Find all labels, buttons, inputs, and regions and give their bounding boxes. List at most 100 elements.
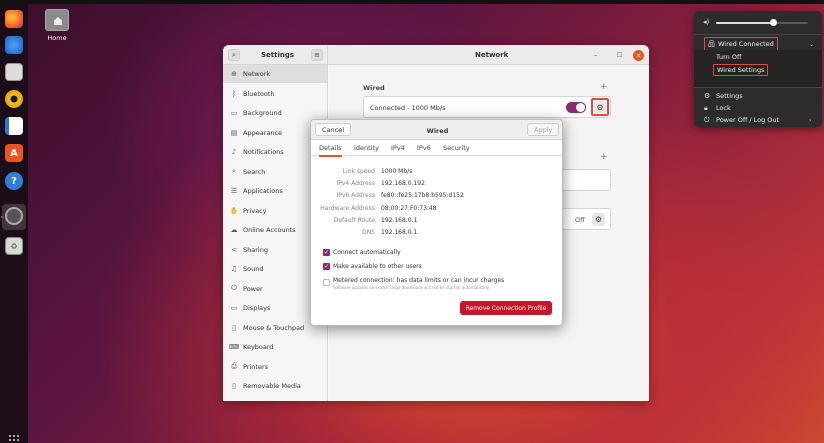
ipv4-address-value: 192.168.0.192 [381,180,425,187]
sidebar-item-printers[interactable]: ⎙ Printers [223,358,327,376]
settings-title: Settings [261,51,295,59]
tab-identity[interactable]: Identity [354,144,379,152]
metered-connection-label: Metered connection: has data limits or c… [333,277,505,284]
sidebar-item-bluetooth[interactable]: ᛒ Bluetooth [223,85,327,103]
keyboard-icon: ⌨ [229,343,240,351]
menu-divider [694,34,822,35]
wired-section-title: Wired [363,84,385,92]
wired-connected-label: Wired Connected [718,40,774,48]
proxy-settings-button[interactable]: ⚙ [592,213,605,226]
sidebar-item-label: Background [243,109,282,117]
available-to-others-label: Make available to other users [333,263,422,270]
sidebar-item-label: Removable Media [243,382,301,390]
sidebar-item-network[interactable]: ⊕ Network [223,65,327,83]
hardware-address-label: Hardware Address [320,205,375,212]
ipv6-address-label: IPv6 Address [336,192,375,199]
sidebar-item-label: Privacy [243,206,267,215]
power-off-label: Power Off / Log Out [716,116,780,124]
volume-slider-knob[interactable] [769,19,777,26]
sidebar-item-label: Online Accounts [243,226,296,234]
turn-off-label: Turn Off [716,53,742,61]
appearance-icon: ▤ [230,128,238,137]
rhythmbox-icon[interactable] [5,90,23,108]
search-icon: ⌕ [232,167,236,175]
sidebar-item-keyboard[interactable]: ⌨ Keyboard [223,338,327,356]
help-icon[interactable]: ? [5,172,23,190]
sidebar-item-label: Applications [243,187,283,195]
sidebar-item-label: Search [243,167,266,176]
trash-icon[interactable]: ♻ [5,237,23,255]
gear-icon: ⚙ [594,215,603,224]
close-button[interactable]: ✕ [633,50,644,61]
dock: A ? ♻ [0,4,28,443]
wired-settings-button[interactable]: ⚙ [594,101,606,113]
maximize-icon[interactable]: □ [617,51,623,58]
add-vpn-button[interactable]: + [600,152,608,162]
volume-icon: ◂) [703,18,710,26]
plus-icon: + [600,152,608,162]
settings-headerbar: ⌕ Settings ≡ [223,45,328,65]
sidebar-item-label: Sound [243,265,264,273]
software-icon[interactable]: A [5,144,23,162]
show-apps-icon[interactable] [9,435,19,443]
wired-toggle[interactable] [566,102,586,113]
sidebar-item-label: Displays [243,304,271,312]
dialog-header: Cancel Wired Apply [311,120,562,140]
tab-details[interactable]: Details [319,144,342,157]
connect-automatically-label: Connect automatically [333,249,401,256]
sidebar-item-label: Mouse & Touchpad [243,323,305,332]
sidebar-item-label: Keyboard [243,343,274,351]
wired-connected-item[interactable]: 品 Wired Connected ⌄ [694,37,822,51]
link-speed-value: 1000 Mb/s [381,168,413,175]
ipv4-address-label: IPv4 Address [336,180,375,187]
wired-dialog: Cancel Wired Apply Details Identity IPv4… [310,119,563,326]
volume-slider[interactable] [716,19,808,26]
dialog-title: Wired [426,127,449,135]
thunderbird-icon[interactable] [5,36,23,54]
hamburger-icon: ≡ [314,51,320,59]
sidebar-item-label: Notifications [243,148,284,156]
metered-connection-checkbox[interactable] [323,279,330,286]
minimize-icon[interactable]: – [594,51,598,59]
tab-ipv4[interactable]: IPv4 [391,144,405,152]
remove-connection-profile-button[interactable]: Remove Connection Profile [460,301,552,315]
files-icon[interactable] [5,63,23,81]
applications-icon: ☰ [230,187,238,195]
displays-icon: ▭ [230,304,238,312]
network-headerbar: Network – □ ✕ [328,45,649,65]
wired-network-icon: 品 [708,40,715,48]
power-icon: ⏻ [231,284,237,292]
metered-connection-note: Software updates and other large downloa… [333,285,490,290]
add-wired-button[interactable]: + [600,82,608,92]
link-speed-label: Link speed [342,168,375,175]
wired-connection-status: Connected - 1000 Mb/s [370,104,446,112]
tab-security[interactable]: Security [443,144,470,152]
settings-item[interactable]: ⚙ Settings [694,90,822,102]
network-icon: ⊕ [231,70,237,78]
wired-connection-row: Connected - 1000 Mb/s ⚙ [363,96,611,118]
power-icon: ⏻ [704,115,710,124]
settings-label: Settings [716,92,743,100]
menu-button[interactable]: ≡ [311,49,323,61]
chevron-down-icon: ⌄ [809,41,815,48]
firefox-icon[interactable] [5,10,23,28]
writer-icon[interactable] [5,117,23,135]
sidebar-item-removable-media[interactable]: ▯ Removable Media [223,377,327,395]
available-to-others-checkbox[interactable]: ✓ [323,263,330,270]
search-button[interactable]: ⌕ [228,49,240,61]
apply-button[interactable]: Apply [527,123,560,136]
wired-submenu: Turn Off Wired Settings [694,50,822,87]
lock-item[interactable]: 🔒︎ Lock [694,102,822,114]
wired-settings-item[interactable]: Wired Settings [694,64,822,76]
online-accounts-icon: ☁ [230,226,238,234]
power-off-item[interactable]: ⏻ Power Off / Log Out › [694,114,822,126]
page-title: Network [475,51,509,59]
proxy-status: Off [575,216,585,224]
turn-off-item[interactable]: Turn Off [694,51,822,63]
home-label: Home [47,34,67,42]
home-folder-icon[interactable] [45,9,69,31]
connect-automatically-checkbox[interactable]: ✓ [323,249,330,256]
tab-ipv6[interactable]: IPv6 [417,144,431,152]
settings-icon[interactable] [5,207,23,225]
ipv6-address-value: fe80::fe25:17b8:b595:d152 [381,192,464,199]
